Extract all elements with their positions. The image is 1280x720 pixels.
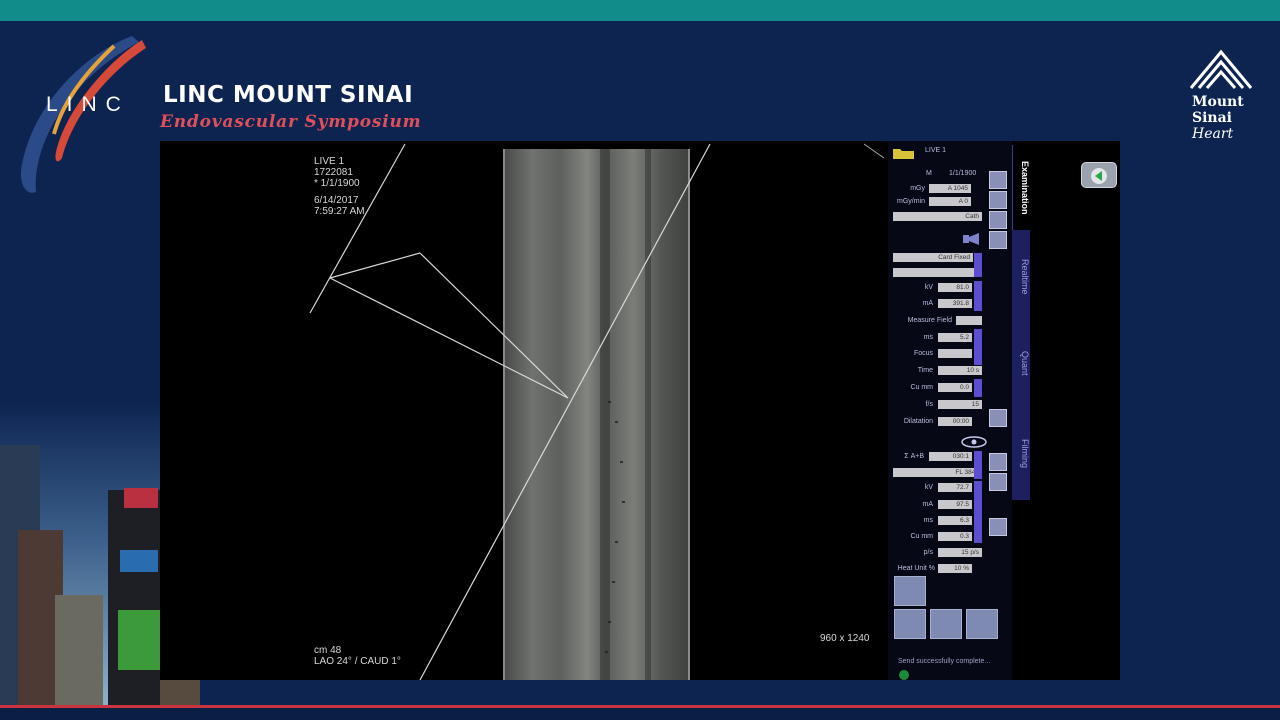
tab-filming[interactable]: Filming xyxy=(1012,411,1030,497)
mgymin-label: mGy/min xyxy=(897,198,925,205)
ms2-field: 6.3 xyxy=(938,516,972,525)
kv2-field: 72.7 xyxy=(938,483,972,492)
measure-field-label: Measure Field xyxy=(907,317,952,324)
mgymin-field: A 0 xyxy=(929,197,971,206)
measure-field-select[interactable] xyxy=(956,316,982,325)
partner-name-line1: Mount xyxy=(1192,94,1244,110)
zoom-tool-icon[interactable] xyxy=(989,171,1007,189)
kv-label: kV xyxy=(924,284,933,291)
cumm2-label: Cu mm xyxy=(910,533,933,540)
snapshot-icon[interactable] xyxy=(989,518,1007,536)
tab-realtime[interactable]: Realtime xyxy=(1012,237,1030,317)
ms-field: 5.2 xyxy=(938,333,972,342)
partner-name-line2: Sinai xyxy=(1192,110,1232,126)
mode-select[interactable]: Cath xyxy=(893,212,982,221)
layout-icon[interactable] xyxy=(989,473,1007,491)
folder-icon[interactable] xyxy=(892,146,916,160)
control-panel: LIVE 1 M 1/1/1900 mGy A 1045 mGy/min A 0… xyxy=(888,141,1012,680)
ps-select[interactable]: 15 p/s xyxy=(938,548,982,557)
heat-unit-label: Heat Unit % xyxy=(897,565,935,572)
side-tabs: Examination Realtime Quant Filming xyxy=(1012,145,1030,500)
cumm2-field: 0.3 xyxy=(938,532,972,541)
ma2-label: mA xyxy=(922,501,934,508)
ma-field: 391.8 xyxy=(938,299,972,308)
cumm-field: 0.0 xyxy=(938,383,972,392)
review-icon[interactable] xyxy=(894,576,926,606)
dilatation-label: Dilatation xyxy=(903,418,933,425)
mountain-peaks-icon xyxy=(1189,49,1253,89)
bottom-band xyxy=(0,708,1280,720)
fit-tool-icon[interactable] xyxy=(989,211,1007,229)
image-resolution: 960 x 1240 xyxy=(820,633,870,644)
mount-sinai-logo: Mount Sinai Heart xyxy=(1185,48,1255,143)
ps-label: p/s xyxy=(923,549,933,556)
play-button[interactable] xyxy=(1081,162,1117,188)
replay-icon[interactable] xyxy=(989,453,1007,471)
heat-unit-field: 10 % xyxy=(938,564,972,573)
fl-select[interactable]: FL 3840 xyxy=(893,468,982,477)
print-icon[interactable] xyxy=(966,609,998,639)
kv-field: 81.0 xyxy=(938,283,972,292)
sigma-field: 030:1 xyxy=(929,452,972,461)
kv2-label: kV xyxy=(924,484,933,491)
mgy-label: mGy xyxy=(910,185,925,192)
blank-select[interactable] xyxy=(893,268,982,277)
collimator-icon[interactable] xyxy=(961,231,981,247)
top-stripe xyxy=(0,0,1280,21)
card-select[interactable]: Card Fixed xyxy=(893,253,973,262)
pan-tool-icon[interactable] xyxy=(989,191,1007,209)
store-button-icon[interactable] xyxy=(989,409,1007,427)
ms2-label: ms xyxy=(923,517,933,524)
tab-examination[interactable]: Examination xyxy=(1012,145,1030,230)
ma-label: mA xyxy=(922,300,934,307)
dilatation-field: 00:00 xyxy=(938,417,972,426)
series-icon[interactable] xyxy=(930,609,962,639)
sigma-label: Σ A+B xyxy=(904,453,924,460)
fs-select[interactable]: 15 xyxy=(938,400,982,409)
panel-live-label: LIVE 1 xyxy=(925,147,947,154)
focus-label: Focus xyxy=(913,350,933,357)
page-subtitle: Endovascular Symposium xyxy=(160,112,422,132)
export-icon[interactable] xyxy=(894,609,926,639)
page-title: LINC MOUNT SINAI xyxy=(163,82,414,108)
focus-field[interactable] xyxy=(938,349,972,358)
viewer-screen[interactable]: LIVE 1 1722081 * 1/1/1900 6/14/2017 7:59… xyxy=(160,141,1120,680)
fs-label: f/s xyxy=(925,401,933,408)
status-text: Send successfully complete... xyxy=(898,658,991,665)
time-select[interactable]: 10 s xyxy=(938,366,982,375)
tab-quant[interactable]: Quant xyxy=(1012,323,1030,403)
time-label: Time xyxy=(917,367,933,374)
mgy-field: A 1045 xyxy=(929,184,971,193)
ma2-field: 97.5 xyxy=(938,500,972,509)
grid-tool-icon[interactable] xyxy=(989,231,1007,249)
panel-dob: 1/1/1900 xyxy=(949,170,977,177)
linc-logo-text: LINC xyxy=(46,93,130,116)
eye-icon[interactable] xyxy=(960,433,988,449)
ms-label: ms xyxy=(923,334,933,341)
status-indicator-icon xyxy=(899,670,909,680)
partner-name-line3: Heart xyxy=(1192,126,1234,142)
cumm-label: Cu mm xyxy=(910,384,933,391)
panel-sex: M xyxy=(926,170,932,177)
play-icon xyxy=(1091,168,1107,184)
